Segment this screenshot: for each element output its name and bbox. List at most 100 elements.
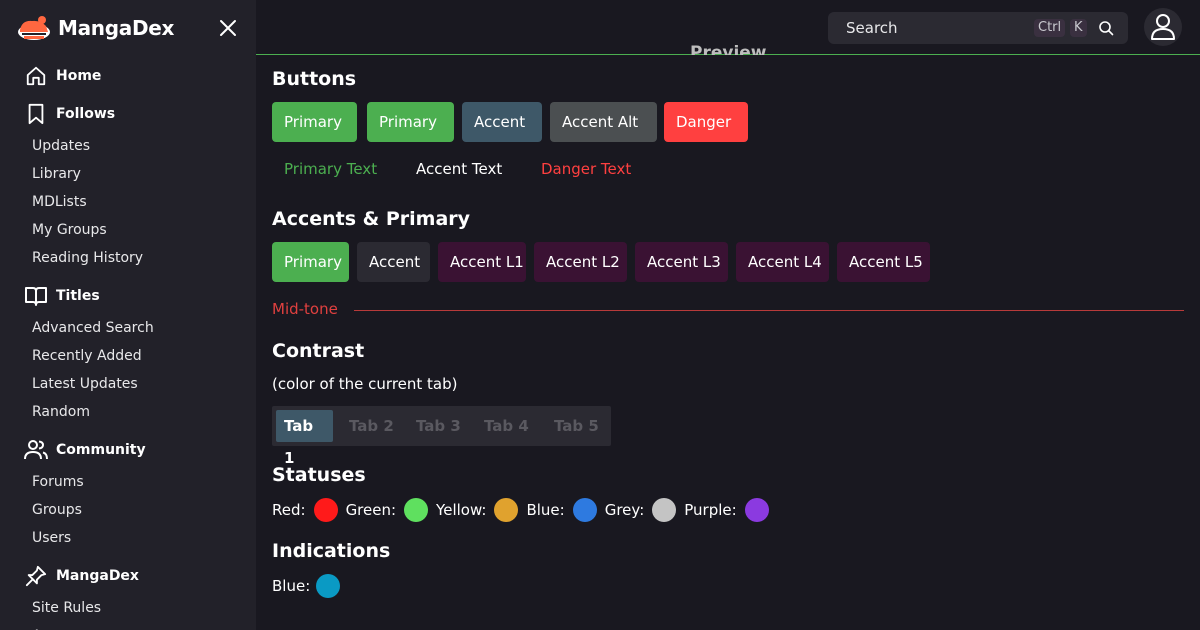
nav-group-titles: Titles Advanced Search Recently Added La…: [0, 282, 256, 426]
sidebar-item-recently-added[interactable]: Recently Added: [0, 342, 256, 370]
nav-head-label: Follows: [56, 106, 116, 122]
tab-1[interactable]: Tab 1: [276, 410, 333, 467]
nav-head-mangadex[interactable]: MangaDex: [0, 562, 256, 590]
green-status-dot: [404, 498, 429, 522]
home-icon: [24, 64, 48, 88]
close-sidebar-icon[interactable]: [216, 16, 240, 40]
status-label: Grey:: [604, 501, 645, 519]
purple-status-dot: [744, 498, 769, 522]
sidebar-item-reading-history[interactable]: Reading History: [0, 244, 256, 272]
accent-swatch-accent[interactable]: Accent: [357, 242, 430, 282]
accent-text-button[interactable]: Accent Text: [416, 160, 502, 178]
danger-text-button[interactable]: Danger Text: [541, 160, 631, 178]
primary-button-alt[interactable]: Primary: [367, 102, 454, 142]
sidebar-item-groups[interactable]: Groups: [0, 496, 256, 524]
nav-group-community: Community Forums Groups Users: [0, 436, 256, 552]
status-label: Yellow:: [436, 501, 487, 519]
sidebar-nav: Home Follows Updates Library MDLists My …: [0, 62, 256, 630]
indication-label: Blue:: [272, 577, 311, 595]
tab-4[interactable]: Tab 4: [476, 410, 538, 442]
sidebar-item-advanced-search[interactable]: Advanced Search: [0, 314, 256, 342]
indications-row: Blue:: [272, 574, 348, 598]
contrast-heading: Contrast: [272, 340, 365, 362]
nav-group-mangadex: MangaDex Site Rules Announcements: [0, 562, 256, 630]
tab-bar: Tab 1 Tab 2 Tab 3 Tab 4 Tab 5: [272, 406, 611, 467]
status-green: Green:: [345, 498, 429, 522]
indication-blue: Blue:: [272, 574, 341, 598]
sidebar-item-my-groups[interactable]: My Groups: [0, 216, 256, 244]
user-icon: [1151, 14, 1175, 40]
search-box[interactable]: Ctrl K: [828, 12, 1128, 44]
status-yellow: Yellow:: [436, 498, 519, 522]
primary-text-button[interactable]: Primary Text: [284, 160, 377, 178]
shortcut-k-key: K: [1070, 19, 1087, 37]
nav-head-label: Titles: [56, 288, 100, 304]
nav-head-community[interactable]: Community: [0, 436, 256, 464]
sidebar-item-latest-updates[interactable]: Latest Updates: [0, 370, 256, 398]
blue-status-dot: [572, 498, 597, 522]
accent-swatch-l1[interactable]: Accent L1: [438, 242, 526, 282]
nav-head-label: Community: [56, 442, 146, 458]
midtone-divider: [354, 310, 1184, 311]
users-icon: [24, 438, 48, 462]
accents-heading: Accents & Primary: [272, 208, 471, 230]
sidebar-item-library[interactable]: Library: [0, 160, 256, 188]
status-label: Green:: [345, 501, 397, 519]
sidebar-item-updates[interactable]: Updates: [0, 132, 256, 160]
tab-5[interactable]: Tab 5: [546, 410, 608, 442]
nav-head-home[interactable]: Home: [0, 62, 256, 90]
brand-name: MangaDex: [58, 16, 175, 40]
sidebar-item-announcements[interactable]: Announcements: [0, 622, 256, 630]
danger-button[interactable]: Danger: [664, 102, 748, 142]
buttons-heading: Buttons: [272, 68, 357, 90]
accent-swatch-l2[interactable]: Accent L2: [534, 242, 627, 282]
status-label: Red:: [272, 501, 306, 519]
grey-status-dot: [652, 498, 677, 522]
mangadex-logo-icon: [18, 16, 50, 40]
midtone-label: Mid-tone: [272, 300, 338, 318]
accent-swatch-primary[interactable]: Primary: [272, 242, 349, 282]
red-status-dot: [313, 498, 338, 522]
accent-alt-button[interactable]: Accent Alt: [550, 102, 657, 142]
pin-icon: [24, 564, 48, 588]
nav-group-follows: Follows Updates Library MDLists My Group…: [0, 100, 256, 272]
status-label: Blue:: [526, 501, 565, 519]
primary-button[interactable]: Primary: [272, 102, 357, 142]
status-blue: Blue:: [526, 498, 597, 522]
sidebar-item-site-rules[interactable]: Site Rules: [0, 594, 256, 622]
sidebar: MangaDex Home Follows Updates Library MD…: [0, 0, 256, 630]
statuses-heading: Statuses: [272, 464, 366, 486]
sidebar-item-mdlists[interactable]: MDLists: [0, 188, 256, 216]
tab-3[interactable]: Tab 3: [408, 410, 470, 442]
contrast-subtitle: (color of the current tab): [272, 375, 458, 393]
book-icon: [24, 284, 48, 308]
sidebar-item-random[interactable]: Random: [0, 398, 256, 426]
accent-button[interactable]: Accent: [462, 102, 542, 142]
brand[interactable]: MangaDex: [16, 12, 174, 44]
tab-2[interactable]: Tab 2: [341, 410, 402, 442]
preview-heading: Preview: [690, 44, 767, 55]
nav-head-label: Home: [56, 68, 102, 84]
status-grey: Grey:: [605, 498, 677, 522]
statuses-row: Red: Green: Yellow: Blue: Grey: Purple:: [272, 498, 777, 522]
search-input[interactable]: [844, 18, 1028, 38]
status-red: Red:: [272, 498, 338, 522]
nav-head-titles[interactable]: Titles: [0, 282, 256, 310]
user-avatar-button[interactable]: [1144, 8, 1182, 46]
accent-swatch-l3[interactable]: Accent L3: [635, 242, 728, 282]
sidebar-item-forums[interactable]: Forums: [0, 468, 256, 496]
indications-heading: Indications: [272, 540, 391, 562]
status-purple: Purple:: [684, 498, 769, 522]
search-icon[interactable]: [1098, 20, 1114, 36]
nav-group-home: Home: [0, 62, 256, 90]
nav-head-label: MangaDex: [56, 568, 139, 584]
nav-head-follows[interactable]: Follows: [0, 100, 256, 128]
accent-swatch-l5[interactable]: Accent L5: [837, 242, 930, 282]
shortcut-ctrl-key: Ctrl: [1034, 19, 1066, 37]
bookmark-icon: [24, 102, 48, 126]
yellow-status-dot: [494, 498, 519, 522]
blue-indication-dot: [316, 574, 341, 598]
sidebar-item-users[interactable]: Users: [0, 524, 256, 552]
accent-swatch-l4[interactable]: Accent L4: [736, 242, 829, 282]
status-label: Purple:: [684, 501, 737, 519]
